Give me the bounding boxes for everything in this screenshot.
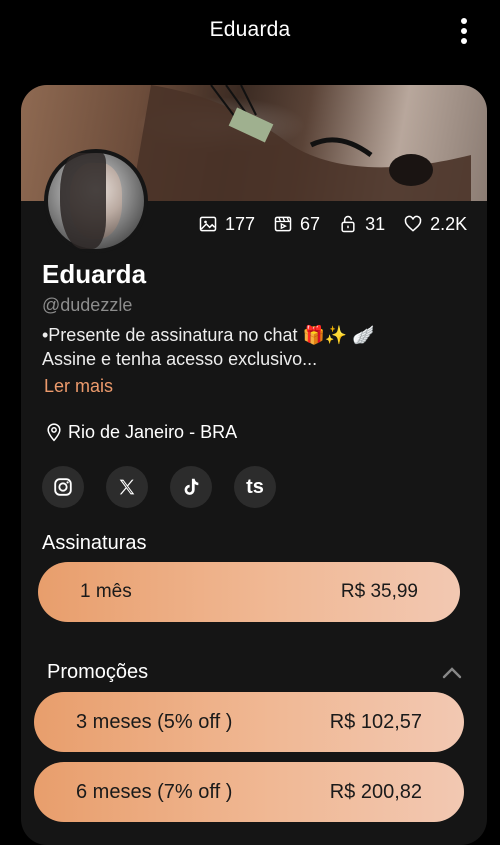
- videos-count: 67: [300, 213, 321, 234]
- instagram-button[interactable]: [42, 466, 84, 508]
- plan-price: R$ 35,99: [340, 581, 418, 602]
- stat-locked: 31: [338, 214, 385, 235]
- stat-likes: 2.2K: [403, 214, 467, 235]
- promotion-plan-button[interactable]: 3 meses (5% off ) R$ 102,57: [34, 692, 464, 752]
- stat-photos: 177: [198, 214, 255, 235]
- lock-icon: [341, 215, 355, 233]
- location-text: Rio de Janeiro - BRA: [68, 421, 238, 442]
- read-more-link[interactable]: Ler mais: [44, 376, 113, 397]
- photos-count: 177: [225, 213, 256, 234]
- x-icon: [119, 479, 135, 495]
- heart-icon: [404, 215, 422, 232]
- subscription-plan-button[interactable]: 1 mês R$ 35,99: [38, 562, 460, 622]
- location: Rio de Janeiro - BRA: [44, 421, 237, 443]
- chevron-up-icon[interactable]: [441, 666, 463, 680]
- x-button[interactable]: [106, 466, 148, 508]
- profile-handle: @dudezzle: [42, 295, 133, 315]
- promotion-plan-button[interactable]: 6 meses (7% off ) R$ 200,82: [34, 762, 464, 822]
- tiktok-icon: [184, 478, 199, 495]
- profile-card: 177 67 31 2.2K Eduarda @dudezzle •Presen…: [21, 85, 487, 845]
- stat-videos: 67: [273, 214, 320, 235]
- promo-price: R$ 102,57: [329, 710, 422, 733]
- promo-price: R$ 200,82: [329, 780, 422, 803]
- avatar[interactable]: [44, 149, 148, 253]
- map-pin-icon: [47, 423, 61, 442]
- more-vertical-icon[interactable]: [454, 18, 474, 50]
- top-bar: Eduarda: [0, 0, 500, 64]
- image-icon: [199, 216, 217, 232]
- promo-label: 6 meses (7% off ): [76, 780, 233, 803]
- likes-count: 2.2K: [430, 213, 468, 234]
- profile-name: Eduarda: [42, 259, 147, 289]
- locked-count: 31: [365, 213, 386, 234]
- ts-icon: ts: [246, 475, 264, 498]
- subscriptions-title: Assinaturas: [42, 532, 147, 554]
- video-icon: [274, 216, 292, 232]
- profile-stats: 177 67 31 2.2K: [198, 212, 467, 236]
- promotions-header[interactable]: Promoções: [47, 661, 463, 684]
- instagram-icon: [54, 478, 72, 496]
- ts-button[interactable]: ts: [234, 466, 276, 508]
- cover-photo-figure: [131, 85, 471, 201]
- tiktok-button[interactable]: [170, 466, 212, 508]
- social-links: ts: [42, 466, 276, 508]
- promo-label: 3 meses (5% off ): [76, 710, 233, 733]
- plan-label: 1 mês: [80, 581, 132, 602]
- promotions-title: Promoções: [47, 661, 149, 683]
- profile-bio: •Presente de assinatura no chat 🎁✨ 🪽 Ass…: [42, 323, 442, 371]
- bio-line-1: •Presente de assinatura no chat 🎁✨ 🪽: [42, 325, 375, 345]
- page-title: Eduarda: [209, 18, 291, 41]
- bio-line-2: Assine e tenha acesso exclusivo...: [42, 349, 318, 369]
